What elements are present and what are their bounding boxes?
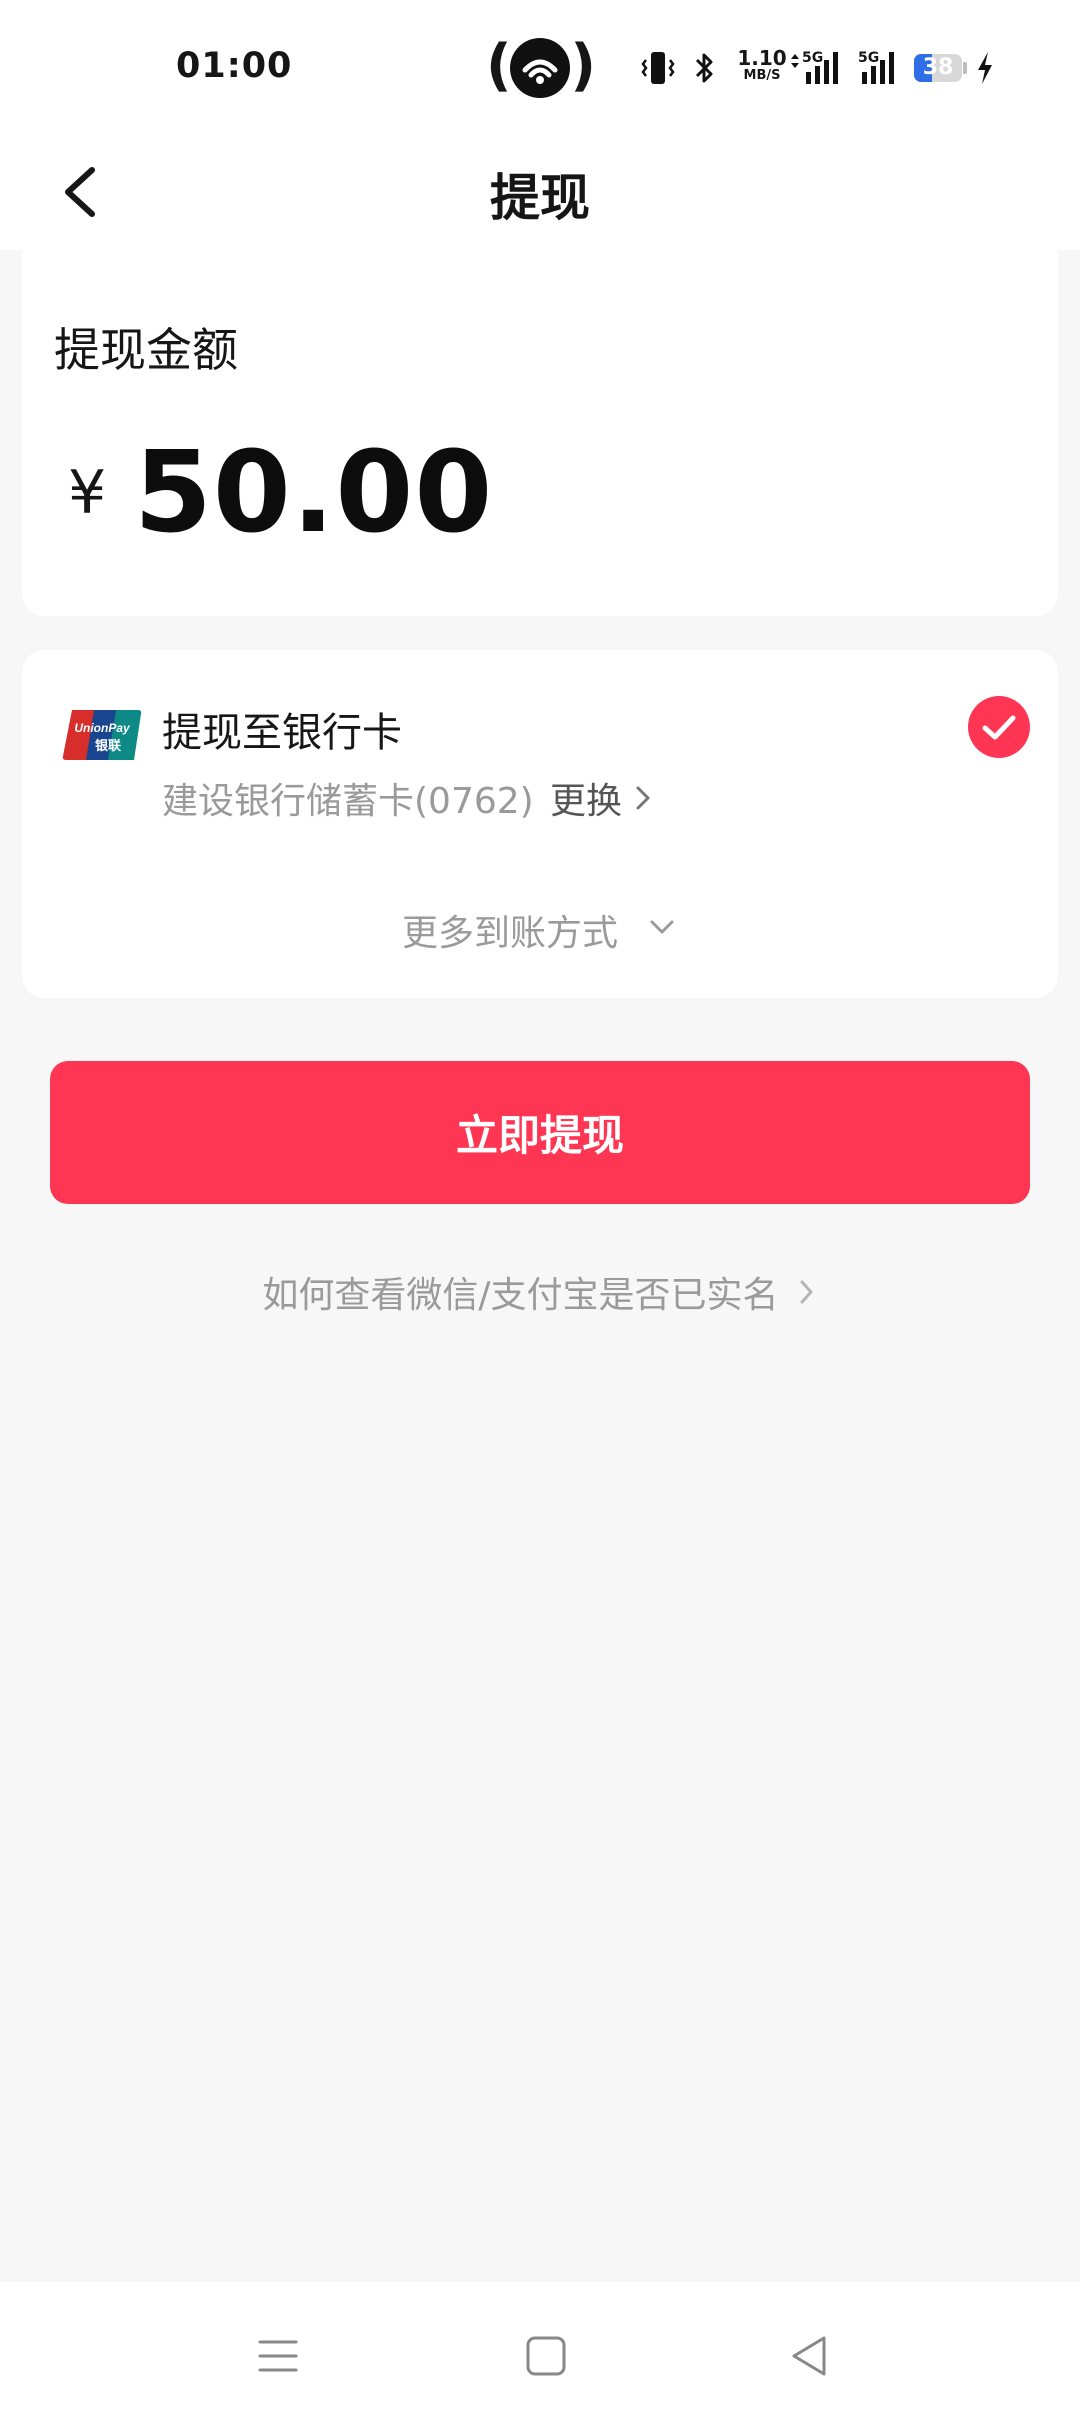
unionpay-logo: UnionPay 银联 [62, 708, 142, 762]
withdraw-now-button[interactable]: 立即提现 [50, 1061, 1030, 1204]
help-link-label: 如何查看微信/支付宝是否已实名 [262, 1275, 779, 1316]
svg-text:银联: 银联 [95, 738, 121, 754]
net-speed: 1.10 MB/S [736, 48, 788, 82]
currency-symbol: ¥ [68, 458, 107, 528]
amount-value: 50.00 [134, 428, 494, 558]
selected-check-button[interactable] [968, 696, 1030, 758]
net-speed-unit: MB/S [743, 68, 781, 83]
bluetooth-icon [695, 53, 713, 83]
amount-card: 提现金额 ¥ 50.00 [22, 250, 1058, 616]
system-nav-bar [0, 2282, 1080, 2412]
back-button[interactable] [50, 150, 120, 230]
amount-label: 提现金额 [54, 323, 238, 377]
chevron-down-icon [650, 920, 674, 934]
hotspot-circle [510, 38, 570, 98]
home-button[interactable] [514, 2324, 578, 2392]
home-square-icon [526, 2336, 566, 2376]
page-title: 提现 [490, 169, 590, 227]
hotspot-indicator: ( ) [486, 33, 596, 100]
net-speed-value: 1.10 [737, 46, 787, 70]
wifi-hotspot-icon [522, 59, 558, 84]
charging-bolt-icon [978, 52, 992, 84]
help-link[interactable]: 如何查看微信/支付宝是否已实名 [0, 1266, 1080, 1326]
back-triangle-icon [792, 2336, 826, 2376]
chevron-right-icon [636, 786, 650, 810]
vibrate-icon [641, 52, 675, 84]
chevron-right-icon [800, 1280, 813, 1304]
menu-icon [258, 2340, 298, 2372]
battery-indicator: 38 [914, 54, 962, 82]
status-time: 01:00 [176, 46, 293, 86]
bank-card-info: 建设银行储蓄卡(0762) [162, 781, 534, 822]
status-icons: 1.10 MB/S 5G 5G 38 [640, 48, 1010, 88]
signal-2-icon [862, 52, 894, 84]
status-bar: 01:00 ( ) 1.10 MB/S 5G 5G 38 [0, 0, 1080, 130]
change-card-link[interactable]: 更换 [550, 772, 622, 824]
system-back-button[interactable] [778, 2324, 842, 2392]
more-methods-toggle[interactable]: 更多到账方式 [402, 904, 618, 956]
header-bar: 提现 [0, 130, 1080, 250]
payout-method-card: UnionPay 银联 提现至银行卡 建设银行储蓄卡(0762) 更换 更多到账… [22, 650, 1058, 998]
signal-1-icon [806, 52, 838, 84]
svg-text:UnionPay: UnionPay [74, 721, 131, 735]
check-circle-icon [968, 696, 1030, 758]
method-title: 提现至银行卡 [162, 710, 402, 756]
battery-tip [963, 62, 967, 74]
data-transfer-icon [791, 54, 799, 68]
hotspot-paren-left: ( [486, 33, 512, 98]
chevron-left-icon [65, 167, 95, 217]
battery-level: 38 [922, 55, 954, 80]
recent-apps-button[interactable] [246, 2324, 310, 2392]
hotspot-paren-right: ) [570, 33, 596, 98]
